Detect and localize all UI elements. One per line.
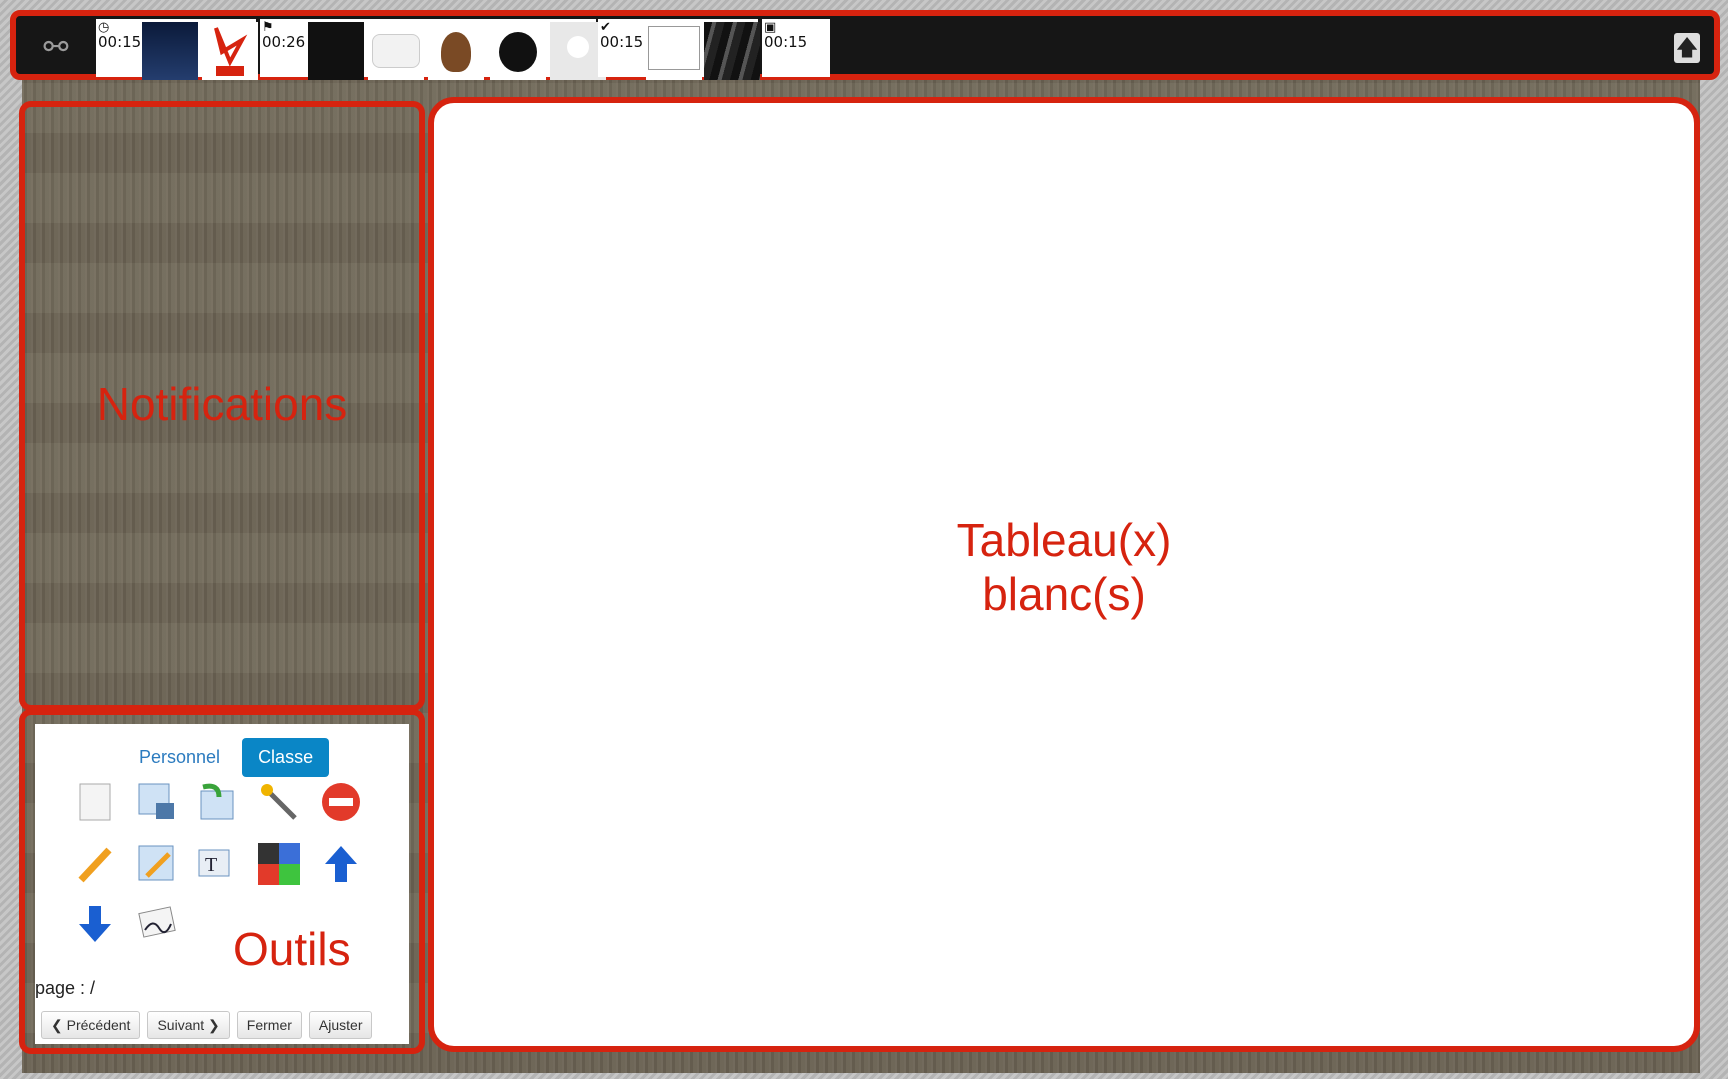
timeline-group-3[interactable]: ✔ 00:15 <box>598 19 760 80</box>
pager-buttons: ❮ Précédent Suivant ❯ Fermer Ajuster <box>41 1011 373 1039</box>
pencil-icon[interactable] <box>73 842 117 886</box>
chevron-left-icon: ❮ <box>51 1017 63 1033</box>
next-label: Suivant <box>157 1017 205 1033</box>
whiteboard[interactable]: Tableau(x) blanc(s) <box>428 97 1700 1052</box>
whiteboard-annotation: Tableau(x) blanc(s) <box>434 513 1694 621</box>
save-board-icon[interactable] <box>135 780 179 824</box>
page-indicator: page : / <box>35 978 96 998</box>
new-page-icon[interactable] <box>73 780 117 824</box>
previous-button[interactable]: ❮ Précédent <box>41 1011 141 1039</box>
network-logo-icon[interactable]: ⚯ <box>36 30 76 66</box>
video-thumbnail-2[interactable] <box>308 22 364 80</box>
arrow-up-icon[interactable] <box>319 842 363 886</box>
whiteboard-annotation-line-1: Tableau(x) <box>956 514 1172 566</box>
notifications-panel: Notifications <box>19 101 425 711</box>
signature-icon[interactable] <box>135 902 179 946</box>
tools-annotation: Outils <box>233 923 351 975</box>
upload-arrow-icon[interactable]: 🡅 <box>1674 33 1700 63</box>
delete-icon[interactable] <box>319 780 363 824</box>
edit-board-icon[interactable] <box>135 842 179 886</box>
tools-inner: Personnel Classe T Outils page: / ❮ Pré… <box>35 724 409 1044</box>
whiteboard-annotation-line-2: blanc(s) <box>982 568 1146 620</box>
google-maps-icon[interactable] <box>368 22 424 80</box>
chevron-right-icon: ❯ <box>208 1017 220 1033</box>
fit-button[interactable]: Ajuster <box>308 1011 373 1039</box>
color-picker-icon[interactable] <box>257 842 301 886</box>
timeline-group-4[interactable]: ▣ 00:15 <box>762 19 830 77</box>
avatar-girl[interactable] <box>428 22 484 80</box>
close-button[interactable]: Fermer <box>236 1011 302 1039</box>
tools-panel: Personnel Classe T Outils page: / ❮ Pré… <box>19 709 425 1054</box>
tab-classe[interactable]: Classe <box>242 738 330 777</box>
next-button[interactable]: Suivant ❯ <box>147 1011 230 1039</box>
timeline-time-3: ✔ 00:15 <box>600 20 644 51</box>
tools-tabs: Personnel Classe <box>123 738 330 777</box>
penguin-avatar[interactable] <box>490 22 546 80</box>
arrow-down-icon[interactable] <box>73 902 117 946</box>
timeline-time-4: ▣ 00:15 <box>764 20 808 51</box>
timeline-bar: ⚯ ◷ 00:15 ⚑ 00:26 ✔ 00:15 ▣ 00:15 🡅 <box>10 10 1720 80</box>
previous-label: Précédent <box>66 1017 131 1033</box>
pdf-icon[interactable] <box>202 22 258 80</box>
timeline-group-1[interactable]: ◷ 00:15 <box>96 19 258 80</box>
text-tool-icon[interactable]: T <box>195 842 239 886</box>
magic-wand-icon[interactable] <box>257 780 301 824</box>
svg-text:T: T <box>205 854 217 876</box>
tab-personnel[interactable]: Personnel <box>123 738 236 777</box>
timeline-time-2: ⚑ 00:26 <box>262 20 306 51</box>
speech-bubble[interactable] <box>646 22 702 80</box>
video-thumbnail[interactable] <box>142 22 198 80</box>
notifications-annotation: Notifications <box>96 378 348 430</box>
film-strip[interactable] <box>704 22 760 80</box>
import-board-icon[interactable] <box>195 780 239 824</box>
timeline-group-2[interactable]: ⚑ 00:26 <box>260 19 606 80</box>
timeline-time-1: ◷ 00:15 <box>98 20 142 51</box>
